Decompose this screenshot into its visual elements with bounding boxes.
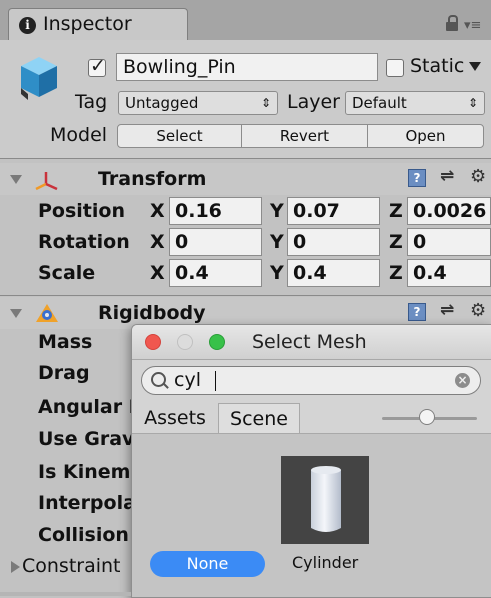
inspector-tabstrip: i Inspector ▾≡ [0,0,491,41]
rigidbody-icon [36,304,58,322]
drag-label: Drag [38,362,90,384]
mass-label: Mass [38,331,93,353]
model-open-button[interactable]: Open [368,125,483,147]
active-checkbox[interactable]: ✓ [88,55,106,77]
divider [0,295,491,296]
axis-y-label: Y [270,262,284,284]
search-icon [151,372,166,387]
checkmark-icon: ✓ [90,55,106,77]
static-label: Static [410,55,465,77]
transform-axis-icon [35,172,58,191]
gear-icon[interactable]: ⚙ [470,166,486,187]
select-mesh-titlebar[interactable]: Select Mesh [132,325,491,360]
transform-header[interactable]: Transform ? ⇌ ⚙ [0,163,491,195]
tag-dropdown[interactable]: Untagged ⇕ [118,91,278,115]
rigidbody-title: Rigidbody [98,302,206,324]
tab-inspector-label: Inspector [43,13,132,35]
mesh-search-input[interactable] [174,369,434,391]
static-dropdown-arrow-icon[interactable] [469,62,481,71]
scale-z-field[interactable]: 0.4 [407,259,491,287]
text-cursor [215,371,216,391]
cylinder-label[interactable]: Cylinder [292,553,358,572]
preset-icon[interactable]: ⇌ [440,300,454,320]
foldout-arrow-icon[interactable] [10,175,22,184]
position-x-field[interactable]: 0.16 [169,197,262,225]
model-label: Model [50,124,108,146]
help-icon[interactable]: ? [408,303,426,321]
tab-inspector[interactable]: i Inspector [8,8,188,41]
axis-y-label: Y [270,200,284,222]
cylinder-thumbnail[interactable] [281,456,369,544]
tab-assets[interactable]: Assets [132,403,218,433]
axis-z-label: Z [389,262,403,284]
position-z-field[interactable]: 0.0026 [407,197,491,225]
mesh-grid: None Cylinder [132,434,491,597]
position-y-field[interactable]: 0.07 [287,197,380,225]
collision-detection-label: Collision [38,524,129,546]
use-gravity-label: Use Gravi [38,428,141,450]
is-kinematic-label: Is Kinema [38,461,144,483]
rigidbody-fields: Mass Drag Angular D Use Gravi Is Kinema … [0,329,145,596]
axis-x-label: X [150,262,165,284]
select-mesh-window: Select Mesh × Assets Scene [131,324,491,598]
updown-arrows-icon: ⇕ [260,96,271,110]
clear-search-icon[interactable]: × [455,373,470,388]
gameobject-cube-icon [21,57,57,100]
next-component-header [0,592,131,596]
static-checkbox[interactable] [386,59,404,77]
mesh-source-tabs: Assets Scene [132,403,491,434]
layer-dropdown[interactable]: Default ⇕ [345,91,485,115]
model-revert-button[interactable]: Revert [242,125,367,147]
lock-icon[interactable] [446,15,458,31]
tag-dropdown-value: Untagged [125,94,199,112]
tab-menu-icon[interactable]: ▾≡ [464,18,481,33]
gear-icon[interactable]: ⚙ [470,300,486,321]
cylinder-mesh-icon [311,466,341,532]
mesh-search-field[interactable]: × [141,366,481,395]
tab-scene[interactable]: Scene [218,403,300,433]
close-window-button[interactable] [145,334,161,350]
minimize-window-button[interactable] [177,334,193,350]
none-option-button[interactable]: None [150,551,265,577]
foldout-arrow-icon[interactable] [10,309,22,318]
position-label: Position [38,200,125,222]
rotation-y-field[interactable]: 0 [287,228,380,256]
model-select-button[interactable]: Select [118,125,241,147]
transform-title: Transform [98,168,207,190]
transform-fields: Position X 0.16 Y 0.07 Z 0.0026 Rotation… [0,195,491,295]
zoom-window-button[interactable] [209,334,225,350]
axis-x-label: X [150,200,165,222]
help-icon[interactable]: ? [408,169,426,187]
angular-drag-label: Angular D [38,396,145,418]
foldout-arrow-icon[interactable] [11,561,20,573]
axis-x-label: X [150,231,165,253]
axis-z-label: Z [389,231,403,253]
axis-y-label: Y [270,231,284,253]
rotation-z-field[interactable]: 0 [407,228,491,256]
model-button-group: Select Revert Open [117,124,484,148]
scale-label: Scale [38,262,96,284]
constraints-label[interactable]: Constraint [22,555,121,577]
scale-x-field[interactable]: 0.4 [169,259,262,287]
select-mesh-title: Select Mesh [252,331,367,353]
interpolate-label: Interpolat [38,492,146,514]
scale-y-field[interactable]: 0.4 [287,259,380,287]
gameobject-header: ✓ Bowling_Pin Static Tag Untagged ⇕ Laye… [0,40,491,159]
rotation-label: Rotation [38,231,130,253]
rotation-x-field[interactable]: 0 [169,228,262,256]
preset-icon[interactable]: ⇌ [440,166,454,186]
object-name-field[interactable]: Bowling_Pin [116,53,378,81]
tag-label: Tag [75,91,108,113]
updown-arrows-icon: ⇕ [467,96,478,110]
info-icon: i [19,17,36,34]
layer-label: Layer [287,91,340,113]
thumbnail-size-slider-thumb[interactable] [419,409,435,425]
axis-z-label: Z [389,200,403,222]
layer-dropdown-value: Default [352,94,407,112]
